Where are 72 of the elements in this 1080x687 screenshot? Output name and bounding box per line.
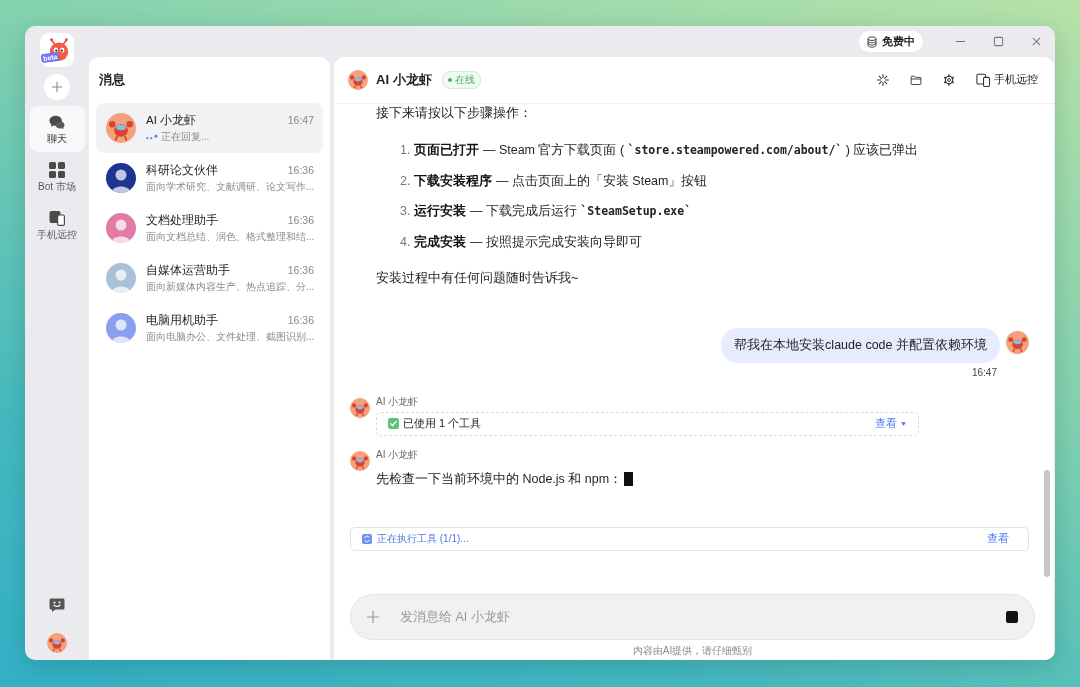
caret-icon bbox=[901, 421, 906, 426]
mascot-avatar-icon bbox=[350, 397, 370, 418]
tool-status-text: 正在执行工具 (1/1)... bbox=[377, 531, 469, 546]
conversation-item[interactable]: 自媒体运营助手 16:36 面向新媒体内容生产、热点追踪、分... bbox=[96, 253, 323, 303]
status-badge: 在线 bbox=[441, 71, 481, 89]
nav-item[interactable]: Bot 市场 bbox=[29, 154, 85, 200]
chat-title: AI 小龙虾 bbox=[376, 71, 432, 89]
sender-name: AI 小龙虾 bbox=[376, 395, 419, 408]
scrollbar[interactable] bbox=[1044, 470, 1050, 577]
tool-usage-text: 已使用 1 个工具 bbox=[403, 416, 482, 432]
message-text: 先检查一下当前环境中的 Node.js 和 npm： bbox=[376, 470, 623, 488]
conversation-preview: 面向学术研究、文献调研、论文写作... bbox=[146, 180, 315, 194]
list-number: 3. bbox=[400, 203, 411, 221]
coins-icon bbox=[867, 35, 877, 48]
mascot-avatar-icon bbox=[1006, 330, 1029, 354]
step-text: 完成安装 — 按照提示完成安装向导即可 bbox=[414, 233, 642, 251]
conversation-time: 16:36 bbox=[287, 313, 314, 328]
phone-remote-button[interactable]: 手机远控 bbox=[976, 73, 1038, 87]
message-text: 安装过程中有任何问题随时告诉我~ bbox=[376, 270, 579, 285]
grid-icon bbox=[49, 162, 65, 178]
devices-icon bbox=[49, 210, 65, 226]
settings-icon[interactable] bbox=[943, 74, 955, 86]
step-text: 页面已打开 — Steam 官方下载页面 ( `store.steampowered.com/about/` ) 应该已弹出 bbox=[414, 142, 919, 159]
mascot-avatar-icon bbox=[348, 70, 368, 90]
list-number: 4. bbox=[400, 233, 411, 251]
view-link[interactable]: 查看 bbox=[875, 416, 906, 431]
mascot-avatar-icon[interactable] bbox=[47, 633, 67, 653]
conversation-item[interactable]: AI 小龙虾 16:47 正在回复... bbox=[96, 103, 323, 153]
conversation-item[interactable]: 文档处理助手 16:36 面向文档总结、润色、格式整理和结... bbox=[96, 203, 323, 253]
nav-item[interactable]: 手机远控 bbox=[29, 202, 85, 248]
step-text: 运行安装 — 下载完成后运行 `SteamSetup.exe` bbox=[414, 202, 692, 221]
message-time: 16:47 bbox=[971, 366, 997, 379]
message-input[interactable]: 发消息给 AI 小龙虾 bbox=[400, 607, 994, 627]
user-message: 帮我在本地安装claude code 并配置依赖环境 bbox=[721, 327, 1000, 363]
list-number: 2. bbox=[400, 172, 411, 190]
conversation-preview: 面向文档总结、润色、格式整理和结... bbox=[146, 230, 315, 244]
refresh-icon bbox=[362, 533, 372, 544]
conversation-preview: 正在回复... bbox=[161, 130, 210, 144]
feedback-icon[interactable] bbox=[49, 597, 65, 613]
close-icon[interactable] bbox=[1030, 36, 1042, 47]
chat-bubbles-icon bbox=[49, 114, 65, 130]
conversation-time: 16:47 bbox=[287, 113, 314, 128]
devices-icon bbox=[976, 73, 990, 87]
disclaimer-text: 内容由AI提供，请仔细甄别 bbox=[632, 645, 753, 657]
maximize-icon[interactable] bbox=[992, 36, 1004, 47]
list-number: 1. bbox=[400, 142, 411, 159]
message-input-field[interactable]: 发消息给 AI 小龙虾 bbox=[350, 594, 1035, 640]
nav-item[interactable]: 聊天 bbox=[29, 106, 85, 152]
conversation-name: 文档处理助手 bbox=[146, 213, 218, 228]
message-text: 接下来请按以下步骤操作： bbox=[376, 106, 532, 120]
conversation-preview: 面向新媒体内容生产、热点追踪、分... bbox=[146, 280, 315, 294]
conversation-name: AI 小龙虾 bbox=[146, 113, 197, 128]
panel-title: 消息 bbox=[99, 71, 125, 89]
check-icon bbox=[388, 418, 399, 430]
conversation-time: 16:36 bbox=[287, 263, 314, 278]
folder-icon[interactable] bbox=[910, 74, 922, 86]
conversation-preview: 面向电脑办公、文件处理、截图识别... bbox=[146, 330, 315, 344]
plan-button[interactable]: 免费中 bbox=[859, 31, 923, 52]
view-link[interactable]: 查看 bbox=[987, 531, 1009, 546]
conversation-time: 16:36 bbox=[287, 163, 314, 178]
sender-name: AI 小龙虾 bbox=[376, 448, 419, 461]
conversation-time: 16:36 bbox=[287, 213, 314, 228]
mascot-avatar-icon bbox=[350, 450, 370, 471]
conversation-name: 电脑用机助手 bbox=[146, 313, 218, 328]
step-text: 下载安装程序 — 点击页面上的「安装 Steam」按钮 bbox=[414, 172, 708, 190]
conversation-item[interactable]: 电脑用机助手 16:36 面向电脑办公、文件处理、截图识别... bbox=[96, 303, 323, 353]
plus-icon bbox=[51, 81, 63, 93]
conversation-name: 科研论文伙伴 bbox=[146, 163, 218, 178]
spinner-icon[interactable] bbox=[877, 74, 889, 86]
stop-icon[interactable] bbox=[1006, 611, 1018, 623]
conversation-item[interactable]: 科研论文伙伴 16:36 面向学术研究、文献调研、论文写作... bbox=[96, 153, 323, 203]
conversation-name: 自媒体运营助手 bbox=[146, 263, 230, 278]
